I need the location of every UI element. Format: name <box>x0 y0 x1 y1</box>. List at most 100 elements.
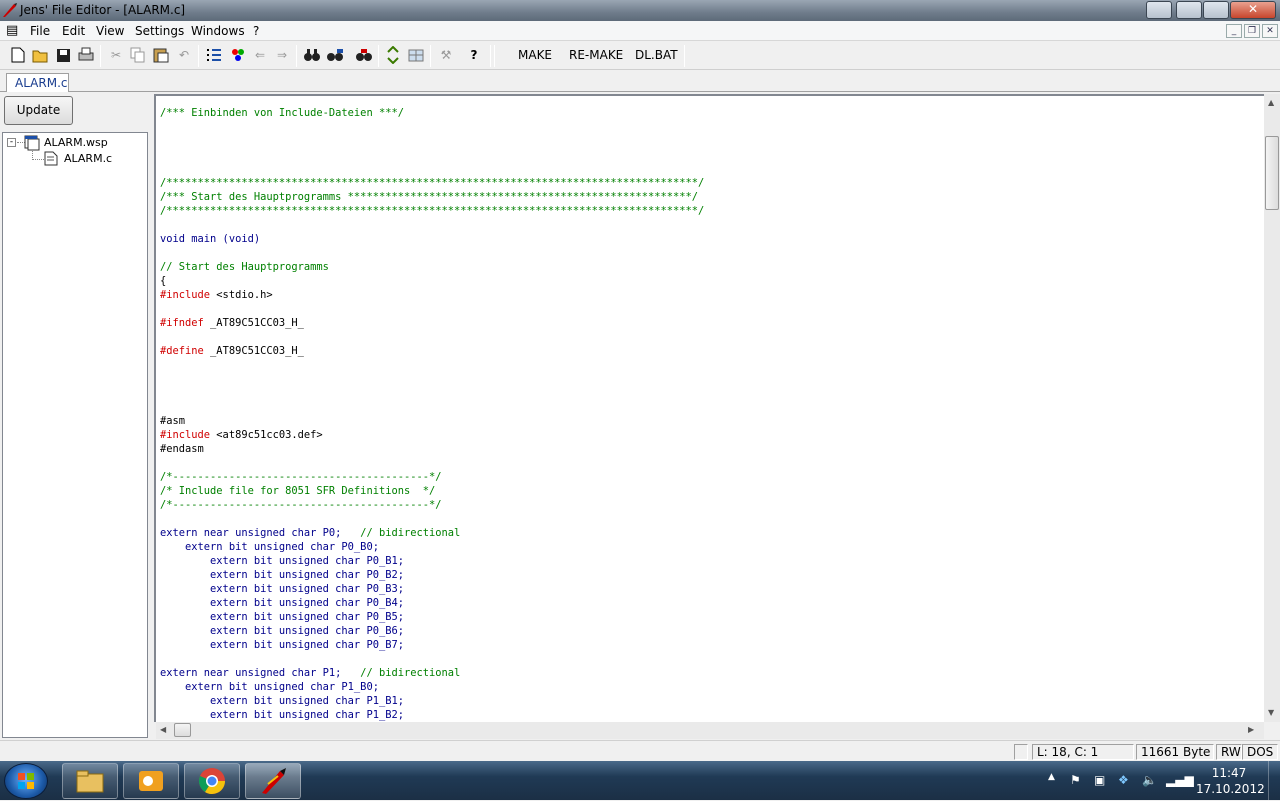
show-desktop-button[interactable] <box>1268 761 1280 800</box>
code-line: extern bit unsigned char P0_B4; <box>160 597 404 609</box>
scroll-up-icon[interactable]: ▲ <box>1268 98 1274 107</box>
dlbat-button[interactable]: DL.BAT <box>635 48 678 62</box>
document-icon[interactable]: ▤ <box>6 23 18 38</box>
network-signal-icon[interactable]: ▂▄▆ <box>1166 773 1194 787</box>
mdi-minimize-button[interactable]: _ <box>1226 24 1242 38</box>
code-line: /*--------------------------------------… <box>160 471 442 483</box>
start-button[interactable] <box>4 763 48 799</box>
pin-button[interactable] <box>1146 1 1172 19</box>
undo-icon[interactable]: ↶ <box>174 45 194 65</box>
explorer-taskbar-button[interactable] <box>62 763 118 799</box>
menu-file[interactable]: File <box>30 24 50 38</box>
code-line: #include <at89c51cc03.def> <box>160 429 323 441</box>
menu-windows[interactable]: Windows <box>191 24 245 38</box>
toolbar-separator <box>296 45 297 67</box>
find-replace-icon[interactable] <box>325 45 345 65</box>
toolbar-separator <box>100 45 101 67</box>
vertical-scrollbar[interactable]: ▲ ▼ <box>1264 94 1280 722</box>
menu-help[interactable]: ? <box>253 24 259 38</box>
line-numbers-icon[interactable] <box>204 45 224 65</box>
code-line: /*** Start des Hauptprogramms **********… <box>160 191 698 203</box>
file-editor-taskbar-button[interactable] <box>245 763 301 799</box>
code-line: extern bit unsigned char P0_B6; <box>160 625 404 637</box>
tree-item-workspace[interactable]: ALARM.wsp <box>44 136 108 149</box>
code-line: extern bit unsigned char P1_B2; <box>160 709 404 721</box>
mdi-restore-button[interactable]: ❐ <box>1244 24 1260 38</box>
code-line: { <box>160 275 167 287</box>
code-line: extern bit unsigned char P0_B5; <box>160 611 404 623</box>
print-icon[interactable] <box>76 45 96 65</box>
document-tab-bar: ALARM.c <box>0 70 1280 92</box>
code-line: extern bit unsigned char P1_B1; <box>160 695 404 707</box>
vertical-scroll-thumb[interactable] <box>1265 136 1279 210</box>
remake-button[interactable]: RE-MAKE <box>569 48 623 62</box>
indent-left-icon[interactable]: ⇐ <box>250 45 270 65</box>
code-line: #ifndef _AT89C51CC03_H_ <box>160 317 304 329</box>
window-title: Jens' File Editor - [ALARM.c] <box>20 3 186 17</box>
action-center-flag-icon[interactable]: ⚑ <box>1070 773 1081 787</box>
grid-icon[interactable] <box>406 45 426 65</box>
system-clock[interactable]: 11:47 17.10.2012 <box>1196 765 1265 797</box>
file-size: 11661 Byte <box>1136 744 1214 760</box>
rw-mode: RW <box>1216 744 1242 760</box>
menu-settings[interactable]: Settings <box>135 24 184 38</box>
scroll-right-icon[interactable]: ▶ <box>1248 725 1254 734</box>
close-button[interactable]: ✕ <box>1230 1 1276 19</box>
dropbox-icon[interactable]: ❖ <box>1118 773 1129 787</box>
menu-edit[interactable]: Edit <box>62 24 85 38</box>
device-icon[interactable]: ▣ <box>1094 773 1105 787</box>
line-ending-format: DOS <box>1242 744 1278 760</box>
collapse-icon[interactable]: - <box>7 138 16 147</box>
code-line: #asm <box>160 415 186 427</box>
help-icon[interactable]: ? <box>464 45 484 65</box>
tree-connector <box>32 159 44 160</box>
code-editor[interactable]: /*** Einbinden von Include-Dateien ***/ /… <box>154 94 1264 722</box>
code-line: #include <stdio.h> <box>160 289 273 301</box>
cut-icon[interactable]: ✂ <box>106 45 126 65</box>
colors-icon[interactable] <box>228 45 248 65</box>
scroll-down-icon[interactable]: ▼ <box>1268 708 1274 717</box>
indent-right-icon[interactable]: ⇒ <box>272 45 292 65</box>
code-line: extern bit unsigned char P0_B7; <box>160 639 404 651</box>
horizontal-scrollbar[interactable]: ◀ ▶ <box>156 722 1264 739</box>
horizontal-scroll-thumb[interactable] <box>174 723 191 737</box>
copy-icon[interactable] <box>128 45 148 65</box>
toolbar-separator <box>494 45 495 67</box>
outlook-icon <box>139 771 163 791</box>
code-line: extern near unsigned char P1; // bidirec… <box>160 667 461 679</box>
windows-logo-icon <box>18 773 34 789</box>
tab-alarm-c[interactable]: ALARM.c <box>6 73 69 92</box>
code-line: extern bit unsigned char P0_B0; <box>160 541 379 553</box>
windows-taskbar: ▲ ⚑ ▣ ❖ 🔈 ▂▄▆ 11:47 17.10.2012 <box>0 761 1280 800</box>
code-line: extern bit unsigned char P0_B1; <box>160 555 404 567</box>
find-next-icon[interactable] <box>354 45 374 65</box>
outlook-taskbar-button[interactable] <box>123 763 179 799</box>
find-icon[interactable] <box>302 45 322 65</box>
open-folder-icon[interactable] <box>31 45 51 65</box>
mdi-close-button[interactable]: ✕ <box>1262 24 1278 38</box>
sync-icon[interactable] <box>383 45 403 65</box>
toolbar-separator <box>490 45 491 67</box>
update-button[interactable]: Update <box>4 96 73 125</box>
code-line: #endasm <box>160 443 204 455</box>
tools-icon[interactable]: ⚒ <box>436 45 456 65</box>
new-file-icon[interactable] <box>8 45 28 65</box>
minimize-button[interactable] <box>1176 1 1202 19</box>
clock-date: 17.10.2012 <box>1196 782 1265 796</box>
title-bar: Jens' File Editor - [ALARM.c] ✕ <box>0 0 1280 21</box>
scroll-left-icon[interactable]: ◀ <box>160 725 166 734</box>
tray-expand-icon[interactable]: ▲ <box>1048 772 1055 782</box>
menu-view[interactable]: View <box>96 24 124 38</box>
paste-icon[interactable] <box>151 45 171 65</box>
code-line: extern bit unsigned char P0_B3; <box>160 583 404 595</box>
save-icon[interactable] <box>53 45 73 65</box>
workspace-tree: - ALARM.wsp ALARM.c <box>2 132 148 738</box>
maximize-button[interactable] <box>1203 1 1229 19</box>
volume-icon[interactable]: 🔈 <box>1142 773 1157 787</box>
code-line: extern bit unsigned char P0_B2; <box>160 569 404 581</box>
code-line: extern bit unsigned char P1_B0; <box>160 681 379 693</box>
workspace-panel: Update - ALARM.wsp ALARM.c <box>0 92 150 740</box>
chrome-taskbar-button[interactable] <box>184 763 240 799</box>
make-button[interactable]: MAKE <box>518 48 552 62</box>
tree-item-file[interactable]: ALARM.c <box>64 152 112 165</box>
